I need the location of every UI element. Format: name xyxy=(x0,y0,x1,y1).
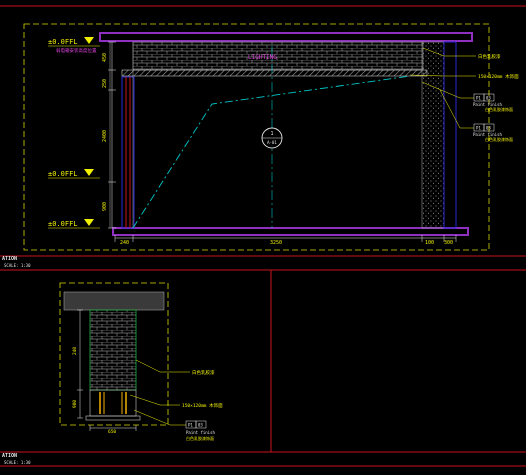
brick-band xyxy=(132,41,424,71)
horizontal-dimensions xyxy=(114,235,457,242)
ceiling-tag: LIGHTING xyxy=(248,54,277,61)
callout-4-code-a: P1 xyxy=(476,126,481,131)
upper-scale-note: SCALE: 1:30 xyxy=(4,263,31,268)
vdim-900: 900 xyxy=(102,202,108,211)
lower-hdim: 650 xyxy=(108,429,116,435)
hdim-3250: 3250 xyxy=(270,240,282,246)
right-wall-panel xyxy=(443,41,457,229)
hdim-100: 100 xyxy=(425,240,434,246)
callout-4-code-b: 03 xyxy=(486,126,491,131)
callout-3-line2: 白色乳胶漆饰面 xyxy=(485,106,513,112)
callout-2-text: 150×120mm 木饰面 xyxy=(478,73,519,80)
lower-callout-3-leader xyxy=(133,409,186,426)
section-marker-sheet: A-01 xyxy=(267,140,277,145)
callout-3-code-a: P1 xyxy=(476,96,481,101)
lower-callout-2-text: 150×120mm 木饰面 xyxy=(182,402,223,409)
callout-4-line2: 白色乳胶漆饰面 xyxy=(485,136,513,142)
upper-elevation: 1 A-01 LIGHTING ±0.0FFL ±0.0FFL ±0.0FFL … xyxy=(2,23,519,268)
vertical-dimensions xyxy=(108,41,116,229)
floor-slab xyxy=(112,227,469,236)
cad-elevation-drawing: 1 A-01 LIGHTING ±0.0FFL ±0.0FFL ±0.0FFL … xyxy=(0,5,526,467)
lower-vdim-top: 240 xyxy=(72,347,78,355)
lower-vdim-bottom: 900 xyxy=(72,400,78,408)
opening-outline xyxy=(132,75,411,229)
lower-callout-1-leader xyxy=(135,359,190,373)
hdim-240: 240 xyxy=(120,240,129,246)
lower-brick-column xyxy=(89,309,137,391)
right-wall-section xyxy=(421,41,445,229)
lower-callout-3-code-a: P1 xyxy=(188,423,193,428)
level-mark-floor: ±0.0FFL xyxy=(48,220,78,228)
level-marks: ±0.0FFL ±0.0FFL ±0.0FFL xyxy=(48,37,100,229)
lower-callout-3-line1: Paint finish xyxy=(186,430,215,435)
level-mark-top: ±0.0FFL xyxy=(48,38,78,46)
upper-title-tag: ATION xyxy=(2,256,17,262)
hdim-300: 300 xyxy=(444,240,453,246)
vdim-250: 250 xyxy=(102,79,108,88)
lower-callout-2-leader xyxy=(129,394,180,406)
lower-cabinet xyxy=(89,389,137,417)
level-mark-mid: ±0.0FFL xyxy=(48,170,78,178)
vdim-450: 450 xyxy=(102,53,108,62)
lower-elevation: 240 900 650 白色乳胶漆 150×120mm 木饰面 P1 03 Pa… xyxy=(2,282,223,465)
red-note: 弱电箱安装高度位置 xyxy=(56,47,97,54)
callout-1-text: 白色乳胶漆 xyxy=(478,53,501,60)
ceiling-slab xyxy=(99,32,473,42)
lower-callout-3-code-b: 03 xyxy=(198,423,203,428)
lower-slab xyxy=(63,291,165,311)
section-marker: 1 A-01 xyxy=(261,127,283,149)
vdim-2400: 2400 xyxy=(102,130,108,142)
lower-callout-1-text: 白色乳胶漆 xyxy=(192,369,215,376)
lower-callout-3-line2: 白色乳胶漆饰面 xyxy=(186,435,214,441)
callout-3-code-b: 03 xyxy=(486,96,491,101)
hatched-beam xyxy=(121,69,428,77)
lower-scale-note: SCALE: 1:30 xyxy=(4,460,31,465)
lower-title-tag: ATION xyxy=(2,453,17,459)
section-marker-number: 1 xyxy=(270,131,273,137)
